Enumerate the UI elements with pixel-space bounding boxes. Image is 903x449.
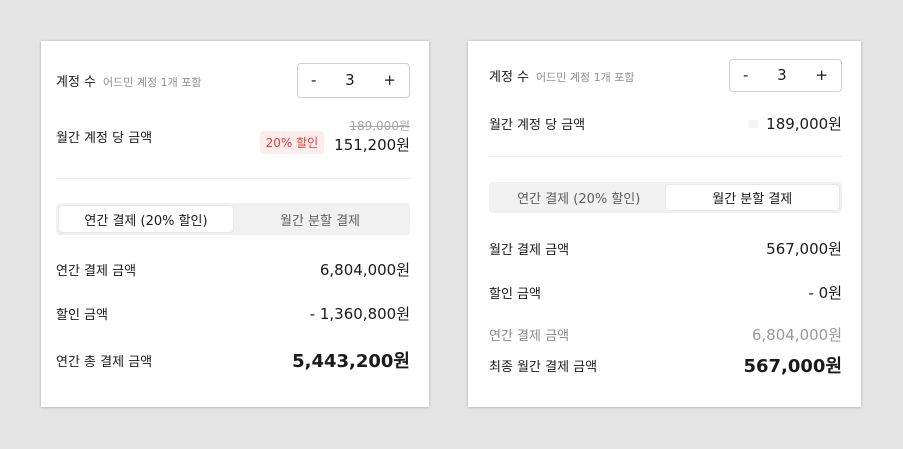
annual-final-value: 5,443,200원: [292, 351, 410, 372]
annual-final-label: 연간 총 결제 금액: [56, 354, 153, 370]
discount-amount-value: - 1,360,800원: [309, 305, 410, 323]
discount-amount-row: 할인 금액 - 1,360,800원: [56, 303, 410, 324]
annual-billing-panel: 계정 수 어드민 계정 1개 포함 - 3 + 월간 계정 당 금액 20% 할…: [41, 41, 429, 407]
monthly-amount-label: 월간 결제 금액: [489, 243, 570, 258]
account-count-label-group: 계정 수 어드민 계정 1개 포함: [489, 66, 634, 85]
admin-included-note: 어드민 계정 1개 포함: [103, 76, 202, 89]
per-account-price-label: 월간 계정 당 금액: [56, 130, 153, 146]
per-account-price: 189,000원: [766, 115, 842, 133]
account-count-row: 계정 수 어드민 계정 1개 포함 - 3 +: [489, 59, 842, 92]
discount-amount-label: 할인 금액: [56, 308, 108, 323]
discounted-price: 151,200원: [334, 136, 410, 154]
discount-amount-label: 할인 금액: [489, 287, 541, 302]
increment-button[interactable]: +: [815, 68, 828, 83]
discount-amount-row: 할인 금액 - 0원: [489, 282, 842, 303]
annual-amount-row: 연간 결제 금액 6,804,000원: [489, 324, 842, 345]
monthly-amount-row: 월간 결제 금액 567,000원: [489, 238, 842, 259]
increment-button[interactable]: +: [383, 73, 396, 88]
annual-amount-label: 연간 결제 금액: [489, 329, 570, 344]
decrement-button[interactable]: -: [743, 68, 748, 83]
monthly-billing-panel: 계정 수 어드민 계정 1개 포함 - 3 + 월간 계정 당 금액 189,0…: [468, 41, 861, 407]
price-column: 189,000원 151,200원: [334, 117, 410, 155]
account-count-value[interactable]: 3: [345, 73, 355, 88]
account-count-label: 계정 수: [56, 75, 97, 90]
annual-amount-row: 연간 결제 금액 6,804,000원: [56, 259, 410, 280]
per-account-price-group: 20% 할인 189,000원 151,200원: [259, 117, 410, 155]
discount-amount-value: - 0원: [808, 284, 842, 302]
tab-monthly-installment[interactable]: 월간 분할 결제: [665, 185, 839, 210]
account-count-stepper: - 3 +: [297, 63, 410, 98]
admin-included-note: 어드민 계정 1개 포함: [536, 71, 635, 84]
account-count-label-group: 계정 수 어드민 계정 1개 포함: [56, 71, 201, 90]
per-account-price-row: 월간 계정 당 금액 20% 할인 189,000원 151,200원: [56, 117, 410, 155]
monthly-amount-value: 567,000원: [766, 240, 842, 258]
annual-amount-label: 연간 결제 금액: [56, 264, 137, 279]
discount-badge: 20% 할인: [259, 131, 325, 154]
divider: [56, 178, 410, 179]
monthly-final-label: 최종 월간 결제 금액: [489, 359, 598, 375]
empty-badge: [748, 119, 759, 128]
divider: [489, 156, 842, 157]
tab-annual-billing[interactable]: 연간 결제 (20% 할인): [492, 185, 666, 210]
annual-amount-value: 6,804,000원: [319, 261, 410, 279]
original-price: 189,000원: [349, 119, 410, 133]
per-account-price-group: 189,000원: [748, 113, 842, 134]
annual-amount-value: 6,804,000원: [751, 326, 842, 344]
monthly-final-row: 최종 월간 결제 금액 567,000원: [489, 352, 842, 378]
annual-final-row: 연간 총 결제 금액 5,443,200원: [56, 347, 410, 373]
tab-annual-billing[interactable]: 연간 결제 (20% 할인): [59, 206, 233, 232]
account-count-stepper: - 3 +: [729, 59, 842, 92]
monthly-final-value: 567,000원: [743, 356, 842, 377]
account-count-row: 계정 수 어드민 계정 1개 포함 - 3 +: [56, 63, 410, 98]
account-count-label: 계정 수: [489, 70, 530, 85]
billing-cycle-toggle: 연간 결제 (20% 할인) 월간 분할 결제: [489, 182, 842, 213]
per-account-price-label: 월간 계정 당 금액: [489, 118, 586, 133]
account-count-value[interactable]: 3: [777, 68, 787, 83]
billing-cycle-toggle: 연간 결제 (20% 할인) 월간 분할 결제: [56, 203, 410, 235]
tab-monthly-installment[interactable]: 월간 분할 결제: [233, 206, 407, 232]
decrement-button[interactable]: -: [311, 73, 316, 88]
per-account-price-row: 월간 계정 당 금액 189,000원: [489, 113, 842, 134]
